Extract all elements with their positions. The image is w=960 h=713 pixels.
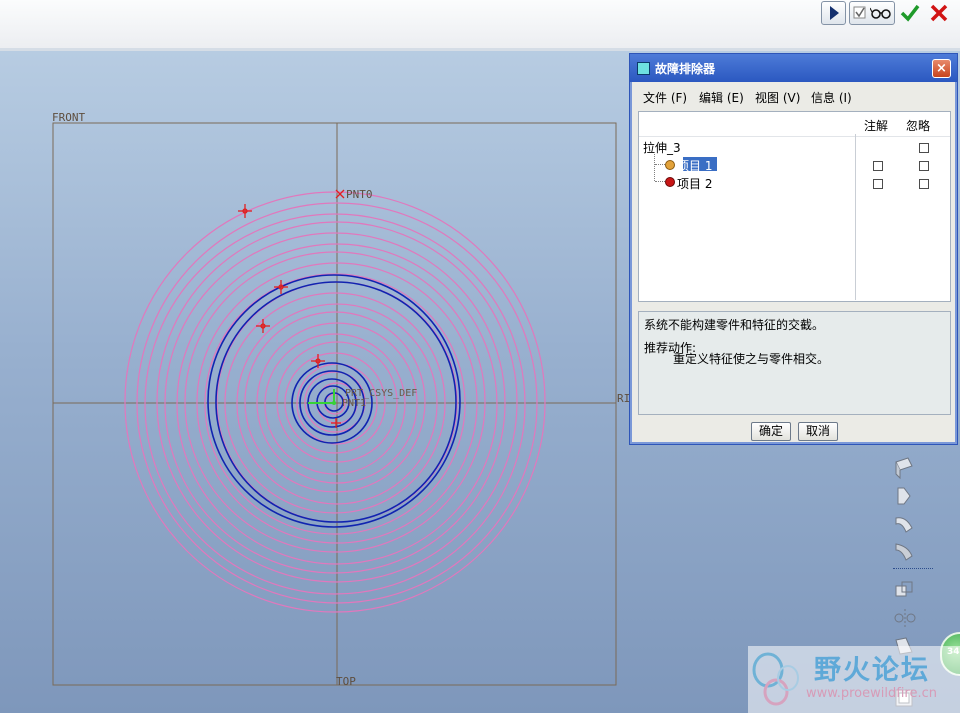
cancel-icon bbox=[930, 4, 948, 22]
toolbar-divider bbox=[893, 568, 933, 569]
datum-point[interactable] bbox=[238, 204, 252, 218]
tree-item-2[interactable]: 项目 2 bbox=[677, 175, 712, 192]
warning-status-icon bbox=[665, 160, 675, 170]
column-annotation: 注解 bbox=[864, 119, 889, 133]
root-ignore-checkbox[interactable] bbox=[919, 143, 929, 153]
tree-column-divider bbox=[855, 134, 856, 300]
tree-item-1[interactable]: 项目 1 bbox=[677, 157, 712, 174]
item1-annotation-checkbox[interactable] bbox=[873, 161, 883, 171]
watermark-title: 野火论坛 bbox=[814, 655, 930, 686]
pnt0-label: PNT0 bbox=[346, 188, 373, 201]
pattern-icon[interactable] bbox=[890, 578, 920, 602]
tree-header-divider bbox=[639, 136, 950, 137]
datum-point[interactable] bbox=[311, 354, 325, 368]
revolve-icon[interactable] bbox=[890, 484, 920, 508]
top-datum-label: TOP bbox=[336, 675, 356, 688]
error-status-icon bbox=[665, 177, 675, 187]
verify-options-button[interactable] bbox=[849, 1, 895, 25]
cancel-button[interactable]: 取消 bbox=[798, 422, 838, 441]
menu-view[interactable]: 视图 (V) bbox=[755, 89, 800, 106]
glasses-icon bbox=[870, 7, 891, 19]
item1-ignore-checkbox[interactable] bbox=[919, 161, 929, 171]
watermark-url: www.proewildfire.cn bbox=[806, 686, 937, 701]
datum-points[interactable] bbox=[238, 189, 345, 428]
dialog-app-icon bbox=[637, 62, 650, 75]
menu-edit[interactable]: 编辑 (E) bbox=[699, 89, 744, 106]
butterfly-logo-icon bbox=[752, 652, 799, 706]
front-datum-label: FRONT bbox=[52, 111, 85, 124]
troubleshooter-dialog: 故障排除器 × 文件 (F) 编辑 (E) 视图 (V) 信息 (I) 注解 忽… bbox=[629, 53, 958, 445]
message-panel: 系统不能构建零件和特征的交截。 推荐动作: 重定义特征使之与零件相交。 bbox=[638, 311, 951, 415]
recommended-action-text: 重定义特征使之与零件相交。 bbox=[673, 352, 830, 366]
feature-tree-panel: 注解 忽略 拉伸_3 项目 1 项目 2 bbox=[638, 111, 951, 302]
tree-root[interactable]: 拉伸_3 bbox=[643, 139, 681, 156]
mirror-icon[interactable] bbox=[890, 606, 920, 630]
watermark: 野火论坛 www.proewildfire.cn bbox=[748, 646, 960, 713]
top-toolbar bbox=[0, 0, 960, 49]
tree-connector bbox=[654, 154, 655, 181]
tree-connector bbox=[655, 164, 665, 165]
blend-icon[interactable] bbox=[890, 540, 920, 564]
dialog-menu-bar: 文件 (F) 编辑 (E) 视图 (V) 信息 (I) bbox=[634, 84, 954, 108]
message-text: 系统不能构建零件和特征的交截。 bbox=[644, 318, 825, 332]
dialog-title-bar[interactable]: 故障排除器 × bbox=[630, 54, 957, 82]
menu-info[interactable]: 信息 (I) bbox=[811, 89, 852, 106]
close-button[interactable]: × bbox=[932, 59, 951, 78]
datum-point[interactable] bbox=[274, 280, 288, 294]
play-icon bbox=[830, 6, 839, 20]
play-button[interactable] bbox=[821, 1, 846, 25]
close-icon: × bbox=[936, 61, 947, 76]
cancel-feature-button[interactable] bbox=[927, 1, 951, 25]
extrude-icon[interactable] bbox=[890, 456, 920, 480]
menu-file[interactable]: 文件 (F) bbox=[643, 89, 687, 106]
item2-ignore-checkbox[interactable] bbox=[919, 179, 929, 189]
pnt1-label: PNT1 bbox=[342, 398, 366, 409]
item2-annotation-checkbox[interactable] bbox=[873, 179, 883, 189]
column-ignore: 忽略 bbox=[906, 119, 931, 133]
dialog-title: 故障排除器 bbox=[655, 62, 716, 76]
sweep-icon[interactable] bbox=[890, 512, 920, 536]
ok-button[interactable]: 确定 bbox=[751, 422, 791, 441]
tree-connector bbox=[655, 181, 665, 182]
checkmark-icon bbox=[900, 4, 920, 22]
confirm-button[interactable] bbox=[898, 1, 922, 25]
